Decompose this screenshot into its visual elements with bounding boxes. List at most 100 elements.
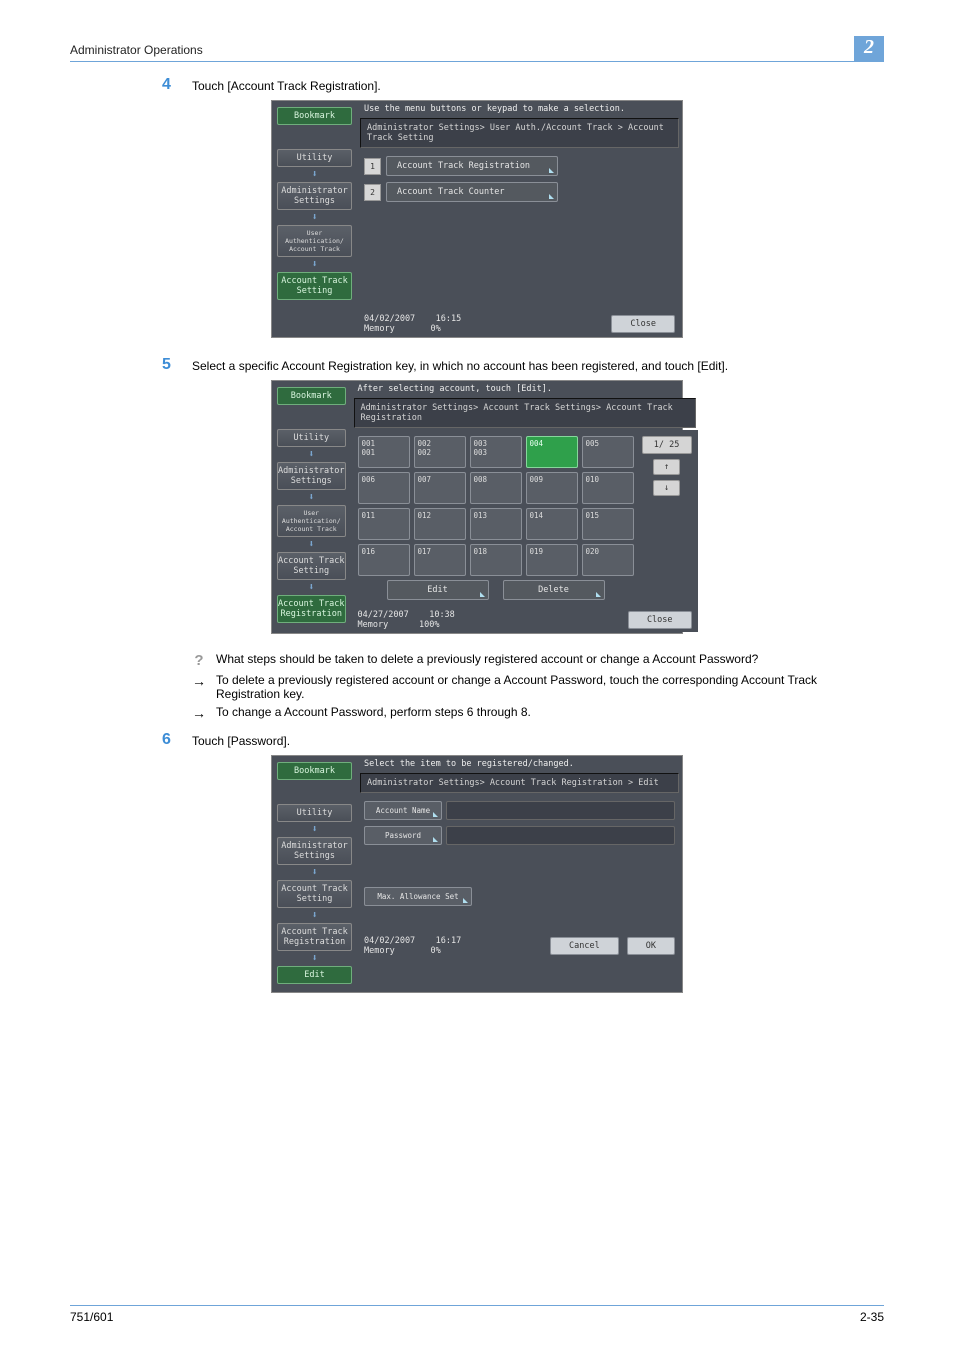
close-button[interactable]: Close [611, 315, 675, 333]
breadcrumb: Administrator Settings> User Auth./Accou… [360, 118, 679, 148]
account-cell-003[interactable]: 003003 [470, 436, 522, 468]
breadcrumb: Administrator Settings> Account Track Re… [360, 773, 679, 793]
ok-button[interactable]: OK [627, 937, 675, 955]
account-name-button[interactable]: Account Name [364, 801, 442, 820]
down-arrow-icon: ⬇ [277, 169, 352, 180]
account-track-registration-button[interactable]: Account Track Registration [277, 595, 346, 623]
page-down-button[interactable]: ↓ [653, 480, 680, 496]
account-track-setting-button[interactable]: Account Track Setting [277, 880, 352, 908]
status-time: 16:15 [436, 314, 462, 324]
account-cell-005[interactable]: 005 [582, 436, 634, 468]
screenshot-panel-3: Bookmark Utility ⬇ Administrator Setting… [271, 755, 683, 993]
menu-index-1[interactable]: 1 [364, 158, 381, 175]
down-arrow-icon: ⬇ [277, 867, 352, 878]
step-6-number: 6 [162, 731, 192, 749]
admin-settings-button[interactable]: Administrator Settings [277, 182, 352, 210]
status-memory-pct: 100% [419, 620, 439, 630]
bookmark-button[interactable]: Bookmark [277, 387, 346, 405]
delete-button[interactable]: Delete [503, 580, 605, 600]
account-cell-009[interactable]: 009 [526, 472, 578, 504]
cancel-button[interactable]: Cancel [550, 937, 619, 955]
account-cell-020[interactable]: 020 [582, 544, 634, 576]
status-date: 04/27/2007 [358, 610, 409, 620]
step-5-number: 5 [162, 356, 192, 374]
down-arrow-icon: ⬇ [277, 582, 346, 593]
status-time: 16:17 [436, 936, 462, 946]
down-arrow-icon: ⬇ [277, 953, 352, 964]
account-cell-012[interactable]: 012 [414, 508, 466, 540]
status-memory-pct: 0% [431, 946, 441, 956]
chapter-number: 2 [854, 36, 884, 61]
menu-index-2[interactable]: 2 [364, 184, 381, 201]
screenshot-panel-2: Bookmark Utility ⬇ Administrator Setting… [271, 380, 683, 634]
step-4-text: Touch [Account Track Registration]. [192, 76, 381, 93]
account-cell-011[interactable]: 011 [358, 508, 410, 540]
account-cell-008[interactable]: 008 [470, 472, 522, 504]
status-memory-label: Memory [364, 946, 395, 956]
account-track-setting-button[interactable]: Account Track Setting [277, 272, 352, 300]
utility-button[interactable]: Utility [277, 149, 352, 167]
account-cell-006[interactable]: 006 [358, 472, 410, 504]
account-cell-018[interactable]: 018 [470, 544, 522, 576]
user-auth-button[interactable]: User Authentication/ Account Track [277, 505, 346, 537]
edit-button[interactable]: Edit [387, 580, 489, 600]
account-cell-004-selected[interactable]: 004 [526, 436, 578, 468]
account-cell-007[interactable]: 007 [414, 472, 466, 504]
note-answer-2: To change a Account Password, perform st… [216, 705, 531, 719]
down-arrow-icon: ⬇ [277, 492, 346, 503]
password-value [446, 826, 675, 845]
admin-settings-button[interactable]: Administrator Settings [277, 837, 352, 865]
panel-instruction: Select the item to be registered/changed… [358, 757, 681, 771]
status-memory-pct: 0% [431, 324, 441, 334]
note-answer-1: To delete a previously registered accoun… [216, 673, 884, 701]
edit-nav-button[interactable]: Edit [277, 966, 352, 984]
status-time: 10:38 [429, 610, 455, 620]
arrow-icon: → [192, 705, 206, 721]
user-auth-button[interactable]: User Authentication/ Account Track [277, 225, 352, 257]
account-cell-017[interactable]: 017 [414, 544, 466, 576]
page-up-button[interactable]: ↑ [653, 459, 680, 475]
status-date: 04/02/2007 [364, 314, 415, 324]
down-arrow-icon: ⬇ [277, 212, 352, 223]
close-button[interactable]: Close [628, 611, 692, 629]
section-title: Administrator Operations [70, 43, 203, 61]
password-button[interactable]: Password [364, 826, 442, 845]
note-question: What steps should be taken to delete a p… [216, 652, 758, 666]
down-arrow-icon: ⬇ [277, 259, 352, 270]
utility-button[interactable]: Utility [277, 429, 346, 447]
step-4-number: 4 [162, 76, 192, 94]
max-allowance-button[interactable]: Max. Allowance Set [364, 887, 472, 906]
utility-button[interactable]: Utility [277, 804, 352, 822]
account-track-registration-button[interactable]: Account Track Registration [386, 156, 558, 176]
account-cell-001[interactable]: 001001 [358, 436, 410, 468]
account-cell-015[interactable]: 015 [582, 508, 634, 540]
down-arrow-icon: ⬇ [277, 910, 352, 921]
arrow-icon: → [192, 673, 206, 689]
down-arrow-icon: ⬇ [277, 449, 346, 460]
account-track-setting-button[interactable]: Account Track Setting [277, 552, 346, 580]
account-track-registration-button[interactable]: Account Track Registration [277, 923, 352, 951]
account-cell-014[interactable]: 014 [526, 508, 578, 540]
question-icon: ? [192, 652, 206, 669]
footer-page: 2-35 [860, 1310, 884, 1324]
account-track-counter-button[interactable]: Account Track Counter [386, 182, 558, 202]
down-arrow-icon: ⬇ [277, 824, 352, 835]
status-memory-label: Memory [364, 324, 395, 334]
bookmark-button[interactable]: Bookmark [277, 762, 352, 780]
account-cell-013[interactable]: 013 [470, 508, 522, 540]
step-6-text: Touch [Password]. [192, 731, 290, 748]
account-cell-016[interactable]: 016 [358, 544, 410, 576]
status-memory-label: Memory [358, 620, 389, 630]
account-cell-010[interactable]: 010 [582, 472, 634, 504]
account-cell-019[interactable]: 019 [526, 544, 578, 576]
panel-instruction: After selecting account, touch [Edit]. [352, 382, 698, 396]
panel-instruction: Use the menu buttons or keypad to make a… [358, 102, 681, 116]
screenshot-panel-1: Bookmark Utility ⬇ Administrator Setting… [271, 100, 683, 338]
step-5-text: Select a specific Account Registration k… [192, 356, 728, 373]
status-date: 04/02/2007 [364, 936, 415, 946]
bookmark-button[interactable]: Bookmark [277, 107, 352, 125]
footer-model: 751/601 [70, 1310, 113, 1324]
account-cell-002[interactable]: 002002 [414, 436, 466, 468]
admin-settings-button[interactable]: Administrator Settings [277, 462, 346, 490]
account-name-value [446, 801, 675, 820]
